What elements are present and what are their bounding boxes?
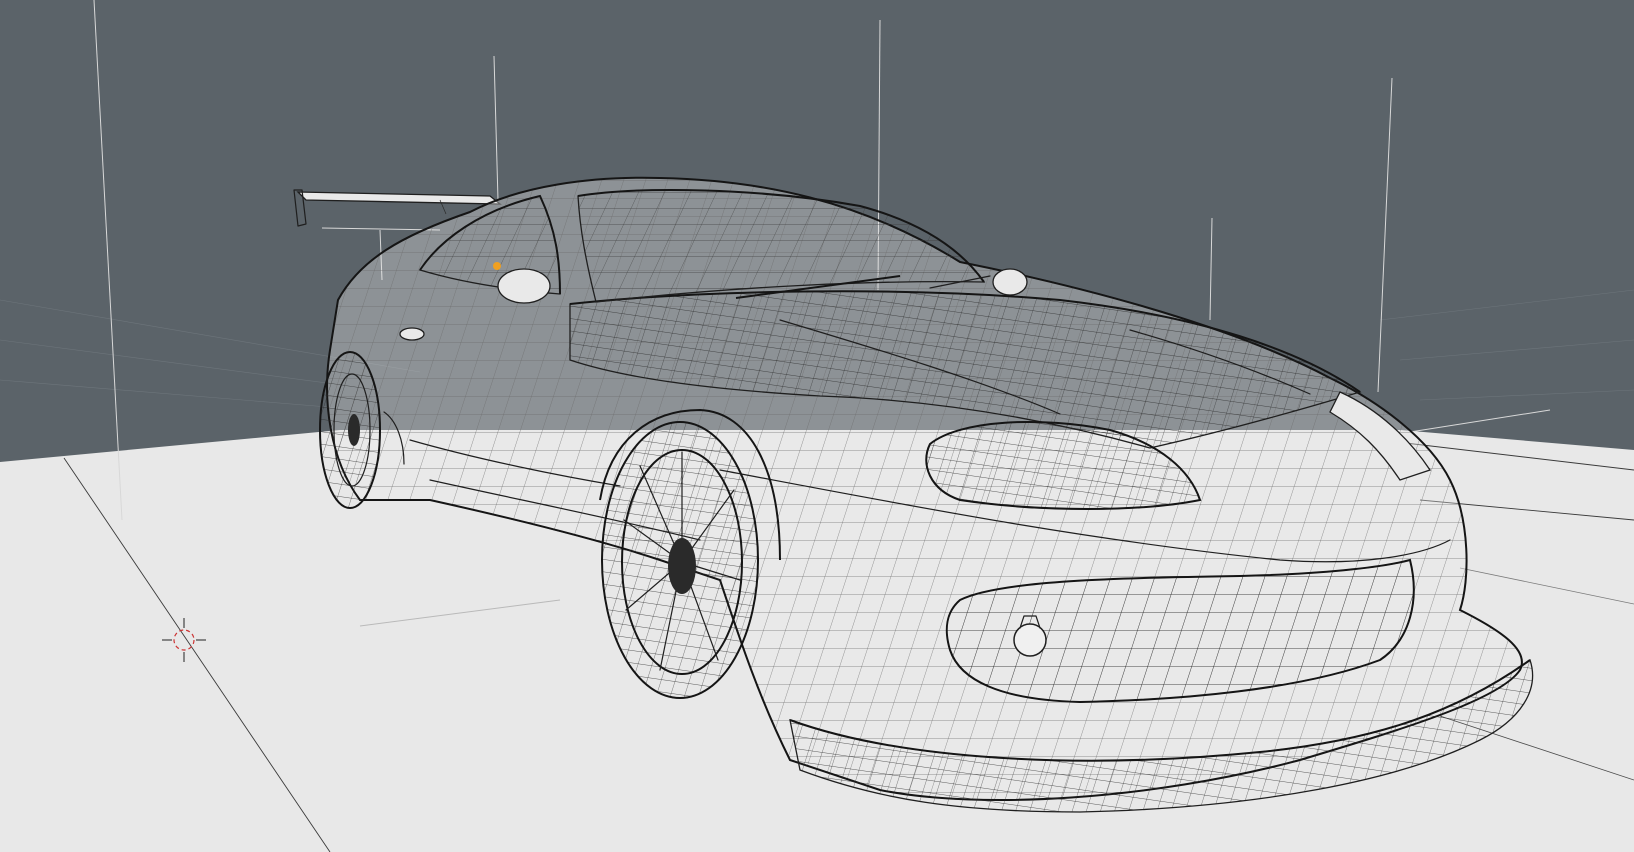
door-handle [399, 327, 425, 341]
tow-hook [1013, 623, 1047, 657]
viewport-canvas[interactable] [0, 0, 1634, 852]
3d-viewport[interactable] [0, 0, 1634, 852]
selected-vertex-marker[interactable] [493, 262, 501, 270]
rear-wheel [319, 351, 381, 509]
left-mirror [497, 268, 551, 304]
front-wheel [601, 421, 759, 699]
right-mirror [992, 268, 1028, 296]
